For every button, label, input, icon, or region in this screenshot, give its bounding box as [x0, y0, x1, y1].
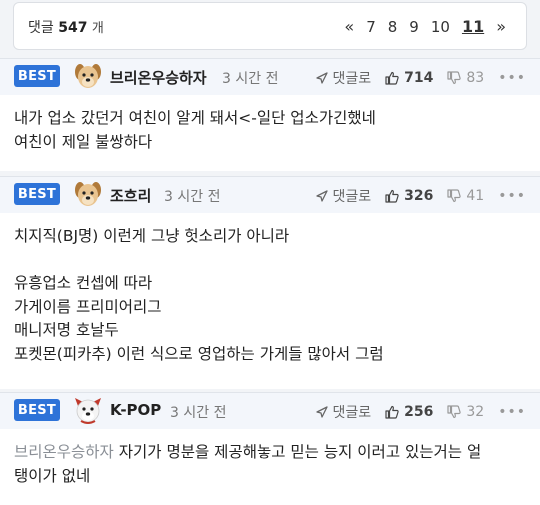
comment-blank-line: [14, 249, 384, 273]
reply-button[interactable]: 댓글로: [315, 402, 372, 422]
dislike-button[interactable]: 32: [447, 404, 484, 420]
like-count: 256: [404, 404, 434, 420]
reply-label: 댓글로: [332, 405, 372, 421]
page-link[interactable]: 9: [403, 18, 425, 36]
dislike-button[interactable]: 83: [447, 70, 484, 86]
comment-text: 내가 업소 갔던거 여친이 알게 돼서<-일단 업소가긴했네여친이 제일 불쌍하…: [14, 107, 376, 154]
puppy-avatar-icon[interactable]: [72, 60, 104, 92]
thumbs-down-icon: [447, 189, 462, 203]
send-arrow-icon: [315, 72, 328, 84]
best-badge: BEST: [14, 65, 60, 87]
comment-line: 치지직(BJ명) 이런게 그냥 헛소리가 아니라: [14, 227, 290, 245]
reply-button[interactable]: 댓글로: [315, 68, 372, 88]
comment-text: 치지직(BJ명) 이런게 그냥 헛소리가 아니라유흥업소 컨셉에 따라가게이름 …: [14, 225, 384, 366]
page-link[interactable]: 8: [382, 18, 404, 36]
thumbs-up-icon: [385, 71, 399, 85]
like-button[interactable]: 326: [385, 188, 433, 204]
comment-line: 매니저명 호날두: [14, 321, 119, 339]
comment-author[interactable]: K-POP: [110, 401, 161, 419]
comment-item: BEST 브리온우승하자 3 시간 전 댓글로 714 83 ••• 내가 업소…: [0, 58, 540, 171]
like-button[interactable]: 714: [385, 70, 433, 86]
reply-label: 댓글로: [332, 189, 372, 205]
comment-pager: 댓글 547 개 « 7 8 9 10 11 »: [13, 2, 527, 50]
comment-item: BEST K-POP 3 시간 전 댓글로 256 32 ••• 브리온우승하자…: [0, 392, 540, 505]
send-arrow-icon: [315, 190, 328, 202]
like-button[interactable]: 256: [385, 404, 433, 420]
comment-body: 치지직(BJ명) 이런게 그냥 헛소리가 아니라유흥업소 컨셉에 따라가게이름 …: [0, 213, 540, 389]
more-options-icon[interactable]: •••: [498, 188, 526, 204]
comment-actions: 댓글로 256 32 •••: [302, 402, 526, 422]
comment-line: 탱이가 없네: [14, 466, 91, 485]
thumbs-up-icon: [385, 405, 399, 419]
puppy-avatar-icon[interactable]: [72, 394, 104, 426]
comment-time: 3 시간 전: [170, 405, 227, 421]
dislike-count: 41: [466, 188, 485, 204]
comment-count: 댓글 547 개: [28, 17, 104, 37]
comment-actions: 댓글로 326 41 •••: [302, 186, 526, 206]
comment-body: 내가 업소 갔던거 여친이 알게 돼서<-일단 업소가긴했네여친이 제일 불쌍하…: [0, 95, 540, 171]
comment-body: 브리온우승하자 자기가 명분을 제공해놓고 믿는 능지 이러고 있는거는 얼탱이…: [0, 429, 540, 505]
like-count: 714: [404, 70, 434, 86]
comment-count-value: 547: [58, 20, 88, 36]
comment-time: 3 시간 전: [222, 71, 279, 87]
more-options-icon[interactable]: •••: [498, 404, 526, 420]
comment-count-label: 댓글: [28, 20, 54, 36]
dislike-button[interactable]: 41: [447, 188, 484, 204]
send-arrow-icon: [315, 406, 328, 418]
comment-count-unit: 개: [91, 21, 104, 36]
comment-line: 유흥업소 컨셉에 따라: [14, 274, 153, 292]
next-page-button[interactable]: »: [490, 17, 512, 36]
reply-button[interactable]: 댓글로: [315, 186, 372, 206]
comment-author[interactable]: 조흐리: [110, 185, 151, 206]
comment-line: 내가 업소 갔던거 여친이 알게 돼서<-일단 업소가긴했네: [14, 109, 376, 127]
more-options-icon[interactable]: •••: [498, 70, 526, 86]
best-badge: BEST: [14, 399, 60, 421]
dislike-count: 32: [466, 404, 485, 420]
page-links: « 7 8 9 10 11 »: [338, 17, 512, 36]
dislike-count: 83: [466, 70, 485, 86]
best-badge: BEST: [14, 183, 60, 205]
comment-header: BEST 브리온우승하자 3 시간 전 댓글로 714 83 •••: [0, 59, 540, 95]
comment-line: 가게이름 프리미어리그: [14, 297, 162, 316]
prev-page-button[interactable]: «: [338, 17, 360, 36]
comment-line: 자기가 명분을 제공해놓고 믿는 능지 이러고 있는거는 얼: [118, 443, 482, 461]
comment-line: 여친이 제일 불쌍하다: [14, 132, 153, 151]
comment-header: BEST K-POP 3 시간 전 댓글로 256 32 •••: [0, 393, 540, 429]
comment-time: 3 시간 전: [164, 189, 221, 205]
mention-link[interactable]: 브리온우승하자: [14, 443, 114, 461]
comment-header: BEST 조흐리 3 시간 전 댓글로 326 41 •••: [0, 177, 540, 213]
comment-actions: 댓글로 714 83 •••: [302, 68, 526, 88]
page-link[interactable]: 10: [425, 18, 456, 36]
comment-text: 브리온우승하자 자기가 명분을 제공해놓고 믿는 능지 이러고 있는거는 얼탱이…: [14, 441, 481, 488]
puppy-avatar-icon[interactable]: [72, 178, 104, 210]
comment-line: 포켓몬(피카추) 이런 식으로 영업하는 가게들 많아서 그럼: [14, 344, 384, 363]
thumbs-down-icon: [447, 405, 462, 419]
comment-author[interactable]: 브리온우승하자: [110, 67, 207, 88]
current-page-link[interactable]: 11: [456, 17, 490, 36]
comment-item: BEST 조흐리 3 시간 전 댓글로 326 41 ••• 치지직(BJ명) …: [0, 176, 540, 389]
like-count: 326: [404, 188, 434, 204]
reply-label: 댓글로: [332, 71, 372, 87]
page-link[interactable]: 7: [360, 18, 382, 36]
thumbs-down-icon: [447, 71, 462, 85]
thumbs-up-icon: [385, 189, 399, 203]
